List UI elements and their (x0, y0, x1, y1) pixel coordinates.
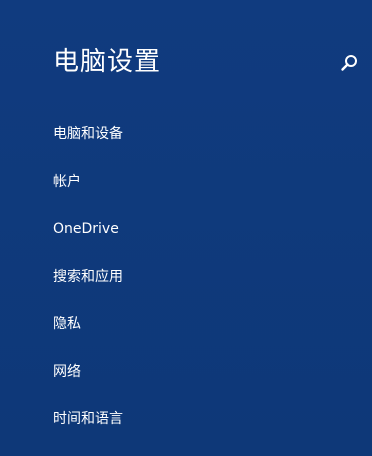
page-title: 电脑设置 (53, 47, 162, 77)
search-icon (341, 55, 357, 71)
nav-item-search-and-apps[interactable]: 搜索和应用 (53, 265, 123, 313)
nav-item-network[interactable]: 网络 (53, 360, 123, 408)
nav-item-privacy[interactable]: 隐私 (53, 312, 123, 360)
nav-item-onedrive[interactable]: OneDrive (53, 217, 123, 265)
settings-panel: 电脑设置 电脑和设备 帐户 OneDrive 搜索和应用 隐私 网络 时间和语言 (0, 0, 372, 456)
settings-nav: 电脑和设备 帐户 OneDrive 搜索和应用 隐私 网络 时间和语言 (53, 122, 123, 455)
search-button[interactable] (338, 52, 360, 74)
nav-item-time-and-language[interactable]: 时间和语言 (53, 407, 123, 455)
nav-item-accounts[interactable]: 帐户 (53, 170, 123, 218)
nav-item-pc-and-devices[interactable]: 电脑和设备 (53, 122, 123, 170)
